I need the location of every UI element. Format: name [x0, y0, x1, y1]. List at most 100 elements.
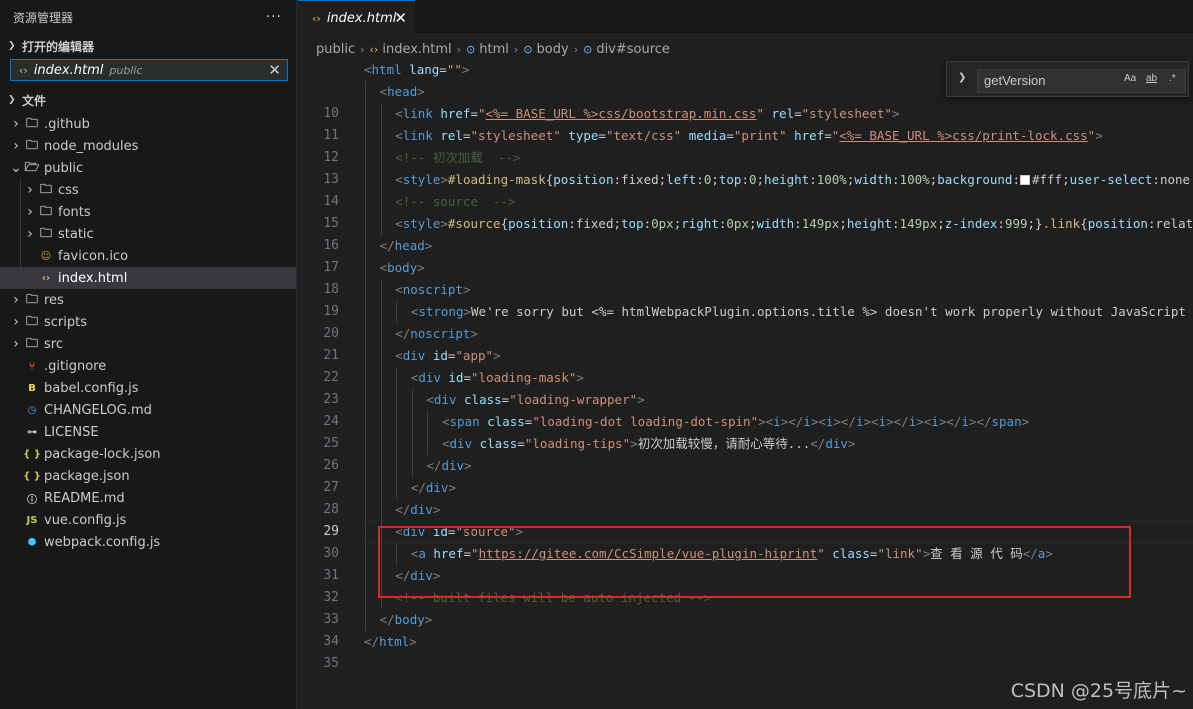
code-line[interactable]: 10 <link href="<%= BASE_URL %>css/bootstr…: [298, 103, 1193, 125]
code-token: >: [515, 524, 524, 539]
tree-item[interactable]: ⑂ .gitignore: [0, 355, 296, 377]
code-line[interactable]: 18 <noscript>: [298, 279, 1193, 301]
code-text: <!-- built files will be auto injected -…: [395, 587, 711, 609]
breadcrumb-item[interactable]: index.html: [382, 42, 451, 57]
indent-guide: [20, 245, 21, 267]
code-token: :: [741, 172, 749, 187]
code-line[interactable]: 35: [298, 653, 1193, 675]
code-token: >: [630, 436, 638, 451]
tree-item[interactable]: ‹› index.html: [0, 267, 296, 289]
breadcrumb-item[interactable]: public: [316, 42, 355, 57]
code-token: i: [773, 414, 781, 429]
indent-guide: [20, 179, 21, 201]
indent-guide: [20, 267, 21, 289]
code-token: >: [493, 348, 501, 363]
code-token: ><: [810, 414, 826, 429]
open-editors-header[interactable]: ❯ 打开的编辑器: [0, 35, 296, 57]
code-token: i: [803, 414, 811, 429]
tree-item[interactable]: ⌄ 🗁 public: [0, 157, 296, 179]
tree-item[interactable]: › 🗀 res: [0, 289, 296, 311]
code-line[interactable]: 13 <style>#loading-mask{position:fixed;le…: [298, 169, 1193, 191]
code-line[interactable]: 19 <strong>We're sorry but <%= htmlWebpac…: [298, 301, 1193, 323]
code-token: id: [425, 524, 448, 539]
breadcrumb-item[interactable]: body: [537, 42, 569, 57]
tree-item[interactable]: ⓘ README.md: [0, 487, 296, 509]
code-token: top: [718, 172, 742, 187]
code-editor[interactable]: <html lang=""> <head> 10 <link href="<%= BA…: [298, 59, 1193, 709]
code-line[interactable]: 32 <!-- built files will be auto injected…: [298, 587, 1193, 609]
folder-label: 文件: [22, 93, 47, 108]
code-token: >: [758, 414, 766, 429]
code-token: >: [417, 84, 425, 99]
tree-item[interactable]: { } package-lock.json: [0, 443, 296, 465]
code-token: =: [470, 106, 478, 121]
indent-guide: [365, 521, 366, 543]
tree-item[interactable]: Bbabel.config.js: [0, 377, 296, 399]
tree-item[interactable]: { } package.json: [0, 465, 296, 487]
match-case-icon[interactable]: Aa: [1124, 73, 1136, 84]
code-line[interactable]: 14 <!-- source -->: [298, 191, 1193, 213]
code-token: >: [1045, 546, 1053, 561]
code-line[interactable]: 34 </html>: [298, 631, 1193, 653]
code-line[interactable]: 23 <div class="loading-wrapper">: [298, 389, 1193, 411]
code-line[interactable]: 25 <div class="loading-tips">初次加载较慢，请耐心等待…: [298, 433, 1193, 455]
code-line[interactable]: 16 </head>: [298, 235, 1193, 257]
tree-item[interactable]: ☺ favicon.ico: [0, 245, 296, 267]
code-token: :none: [1152, 172, 1191, 187]
tree-item[interactable]: › 🗀 scripts: [0, 311, 296, 333]
tree-item[interactable]: JS vue.config.js: [0, 509, 296, 531]
indent-guide: [411, 433, 413, 455]
tree-item[interactable]: › 🗀 css: [0, 179, 296, 201]
code-line[interactable]: 11 <link rel="stylesheet" type="text/css"…: [298, 125, 1193, 147]
tree-item[interactable]: › 🗀 src: [0, 333, 296, 355]
code-text: <link rel="stylesheet" type="text/css" m…: [395, 125, 1103, 147]
code-token: </: [364, 634, 380, 649]
match-word-icon[interactable]: ab: [1146, 73, 1157, 84]
code-line[interactable]: 33 </body>: [298, 609, 1193, 631]
code-token: class: [824, 546, 870, 561]
code-text: <style>#loading-mask{position:fixed;left…: [395, 169, 1190, 191]
code-token: noscript: [410, 326, 471, 341]
code-token: ": [756, 106, 764, 121]
code-text: <strong>We're sorry but <%= htmlWebpackP…: [411, 301, 1186, 323]
folder-header[interactable]: ❯ 文件: [0, 89, 296, 111]
code-text: </div>: [395, 499, 440, 521]
code-line[interactable]: 22 <div id="loading-mask">: [298, 367, 1193, 389]
tab-index-html[interactable]: ‹› index.html ✕: [298, 0, 415, 36]
code-token: background: [937, 172, 1013, 187]
breadcrumb-item[interactable]: div#source: [596, 42, 670, 57]
code-token: <: [395, 524, 403, 539]
code-token: html: [379, 634, 410, 649]
regex-icon[interactable]: .*: [1169, 73, 1176, 84]
code-line[interactable]: 27 </div>: [298, 477, 1193, 499]
code-token: <: [395, 282, 403, 297]
breadcrumb-item[interactable]: html: [479, 42, 509, 57]
open-editor-item[interactable]: ‹› index.html public ✕: [10, 59, 288, 81]
line-number: 28: [323, 502, 339, 517]
code-line[interactable]: 26 </div>: [298, 455, 1193, 477]
tree-item[interactable]: ◷ CHANGELOG.md: [0, 399, 296, 421]
code-token: >: [461, 62, 470, 77]
code-line[interactable]: 15 <style>#source{position:fixed;top:0px;…: [298, 213, 1193, 235]
code-line[interactable]: 17 <body>: [298, 257, 1193, 279]
tree-item[interactable]: ⊶ LICENSE: [0, 421, 296, 443]
code-line[interactable]: 24 <span class="loading-dot loading-dot-s…: [298, 411, 1193, 433]
code-line[interactable]: 28 </div>: [298, 499, 1193, 521]
code-line[interactable]: 30 <a href="https://gitee.com/CcSimple/vu…: [298, 543, 1193, 565]
close-icon[interactable]: ✕: [268, 61, 281, 79]
tree-item[interactable]: › 🗀 static: [0, 223, 296, 245]
changelog-icon: ◷: [27, 404, 37, 416]
close-icon[interactable]: ✕: [394, 9, 407, 27]
tree-item[interactable]: › 🗀 .github: [0, 113, 296, 135]
code-line[interactable]: 12 <!-- 初次加载 -->: [298, 147, 1193, 169]
tree-item[interactable]: › 🗀 node_modules: [0, 135, 296, 157]
tree-item[interactable]: ⬢ webpack.config.js: [0, 531, 296, 553]
chevron-right-icon[interactable]: ❯: [958, 72, 966, 83]
code-line[interactable]: 20 </noscript>: [298, 323, 1193, 345]
code-token: </: [395, 568, 411, 583]
more-actions-icon[interactable]: ···: [266, 9, 282, 25]
code-line[interactable]: 21 <div id="app">: [298, 345, 1193, 367]
code-line[interactable]: 31 </div>: [298, 565, 1193, 587]
code-line[interactable]: 29 <div id="source">: [298, 521, 1193, 543]
tree-item[interactable]: › 🗀 fonts: [0, 201, 296, 223]
